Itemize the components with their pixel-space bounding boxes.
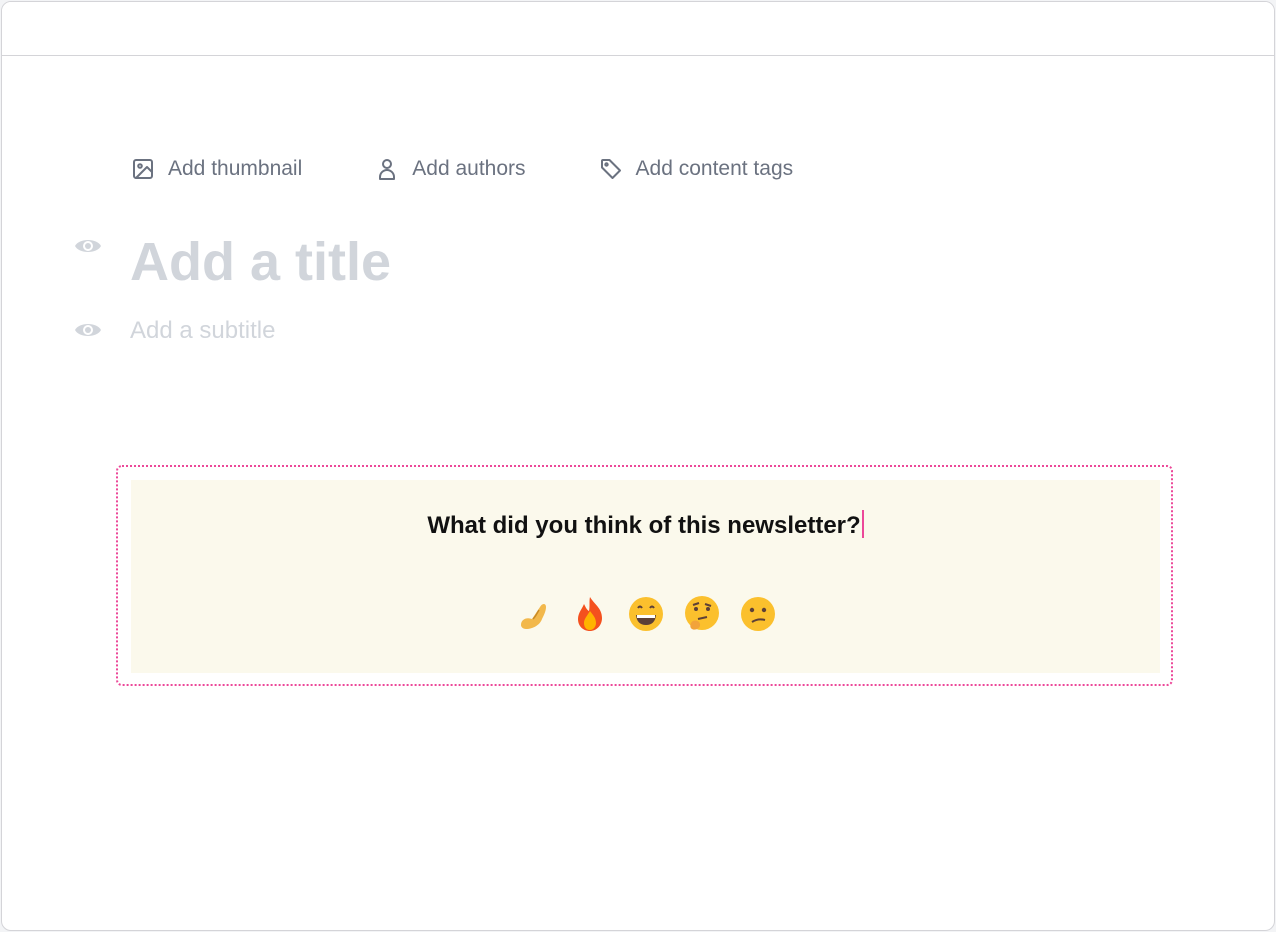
reaction-pinched-fingers[interactable]	[514, 594, 554, 634]
add-content-tags-label: Add content tags	[635, 157, 794, 180]
post-meta-actions: Add thumbnail Add authors Add content ta…	[130, 152, 865, 186]
poll-question[interactable]: What did you think of this newsletter?	[131, 510, 1160, 542]
image-icon	[130, 156, 156, 182]
editor-window: Add thumbnail Add authors Add content ta…	[1, 1, 1275, 931]
add-thumbnail-button[interactable]: Add thumbnail	[130, 156, 302, 182]
subtitle-visibility-eye-icon[interactable]	[74, 320, 102, 340]
fire-icon	[577, 597, 602, 631]
reaction-thinking-face[interactable]	[682, 594, 722, 634]
subtitle-input[interactable]: Add a subtitle	[130, 315, 275, 347]
add-authors-label: Add authors	[412, 157, 526, 180]
poll-question-text: What did you think of this newsletter?	[427, 512, 861, 539]
add-authors-button[interactable]: Add authors	[374, 156, 526, 182]
reaction-confused-face[interactable]	[738, 594, 778, 634]
pinched-fingers-icon	[520, 604, 546, 629]
tag-icon	[598, 156, 624, 182]
grinning-face-icon	[628, 597, 663, 631]
thinking-face-icon	[684, 596, 719, 630]
title-input[interactable]: Add a title	[130, 228, 391, 296]
add-thumbnail-label: Add thumbnail	[168, 157, 303, 180]
poll-block: What did you think of this newsletter?	[131, 480, 1160, 673]
reaction-grinning-face[interactable]	[626, 594, 666, 634]
text-caret	[861, 510, 864, 538]
user-icon	[374, 156, 400, 182]
top-toolbar	[2, 2, 1274, 56]
poll-reactions	[131, 594, 1160, 634]
poll-block-selected[interactable]: What did you think of this newsletter?	[116, 465, 1173, 686]
confused-face-icon	[740, 597, 775, 631]
title-visibility-eye-icon[interactable]	[74, 236, 102, 256]
add-content-tags-button[interactable]: Add content tags	[598, 156, 794, 182]
reaction-fire[interactable]	[570, 594, 610, 634]
